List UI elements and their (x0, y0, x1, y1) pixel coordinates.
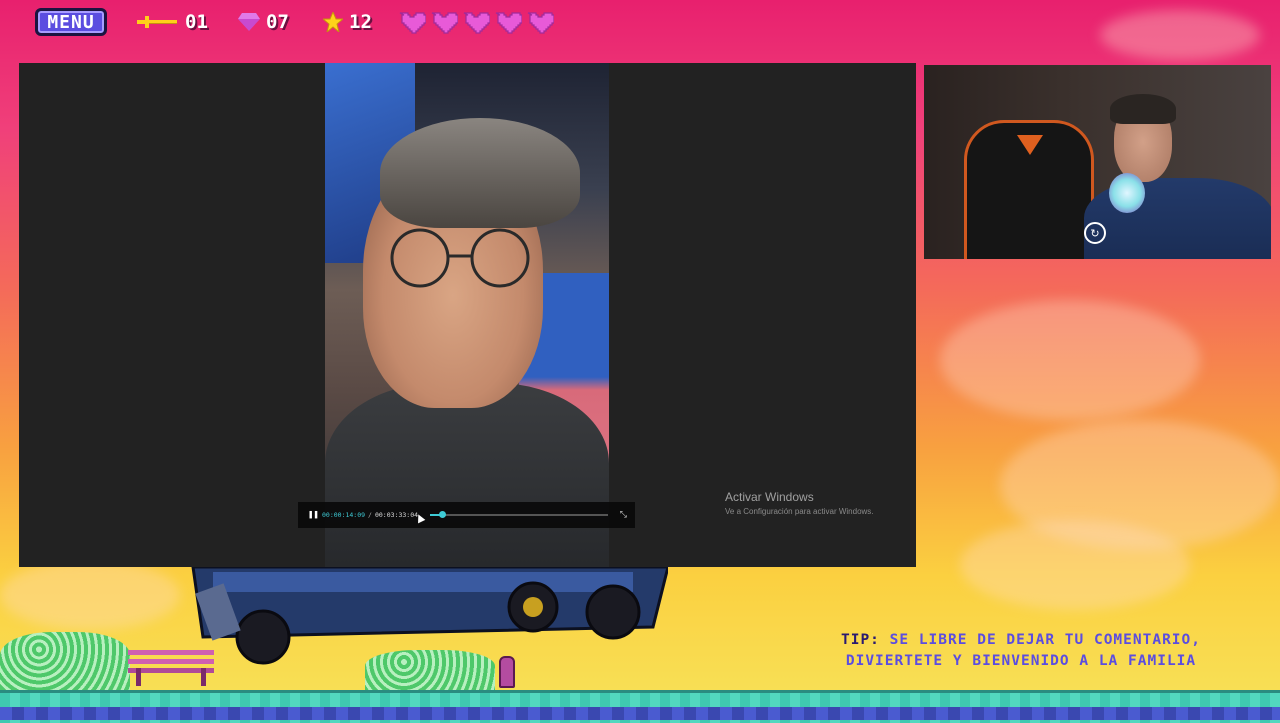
sword-counter: 01 (137, 9, 208, 35)
video-player[interactable]: ❚❚ 00:00:14:09 / 00:03:33:04 ⤡ Activar W… (19, 63, 916, 567)
heart-icon (399, 12, 426, 34)
sword-icon (137, 16, 177, 28)
windows-activation-watermark: Activar Windows Ve a Configuración para … (725, 490, 874, 516)
heart-icon (431, 12, 458, 34)
gem-icon (238, 13, 260, 31)
gem-count: 07 (266, 11, 289, 33)
playback-controls: ❚❚ 00:00:14:09 / 00:03:33:04 ⤡ (298, 502, 635, 528)
menu-button[interactable]: MENU (35, 8, 107, 36)
health-hearts (398, 9, 554, 35)
sword-count: 01 (185, 11, 208, 33)
heart-icon (527, 12, 554, 34)
pause-icon[interactable]: ❚❚ (308, 510, 319, 520)
tip-label: TIP: (840, 632, 880, 648)
expand-icon[interactable]: ⤡ (620, 510, 627, 520)
heart-icon (463, 12, 490, 34)
seek-bar[interactable] (430, 511, 609, 518)
pixel-bush (0, 632, 130, 690)
tip-message: TIP: SE LIBRE DE DEJAR TU COMENTARIO, DI… (840, 632, 1201, 669)
webcam-feed: ↻ (924, 65, 1271, 259)
heart-icon (495, 12, 522, 34)
gem-counter: 07 (238, 9, 289, 35)
total-time: 00:03:33:04 (374, 511, 419, 519)
streamer (1084, 90, 1271, 259)
microphone (1109, 173, 1145, 213)
pixel-hydrant (499, 656, 515, 688)
current-time: 00:00:14:09 (322, 511, 366, 519)
game-hud: MENU 01 07 12 (0, 0, 1280, 44)
pixel-bench (128, 650, 214, 686)
star-counter: 12 (323, 9, 372, 35)
seek-handle[interactable] (439, 511, 447, 518)
video-frame[interactable] (325, 63, 609, 567)
star-count: 12 (349, 11, 372, 33)
gaming-chair (964, 120, 1094, 259)
elgato-logo-icon: ↻ (1084, 222, 1106, 244)
star-icon (323, 12, 343, 32)
pixel-bush (365, 650, 495, 690)
